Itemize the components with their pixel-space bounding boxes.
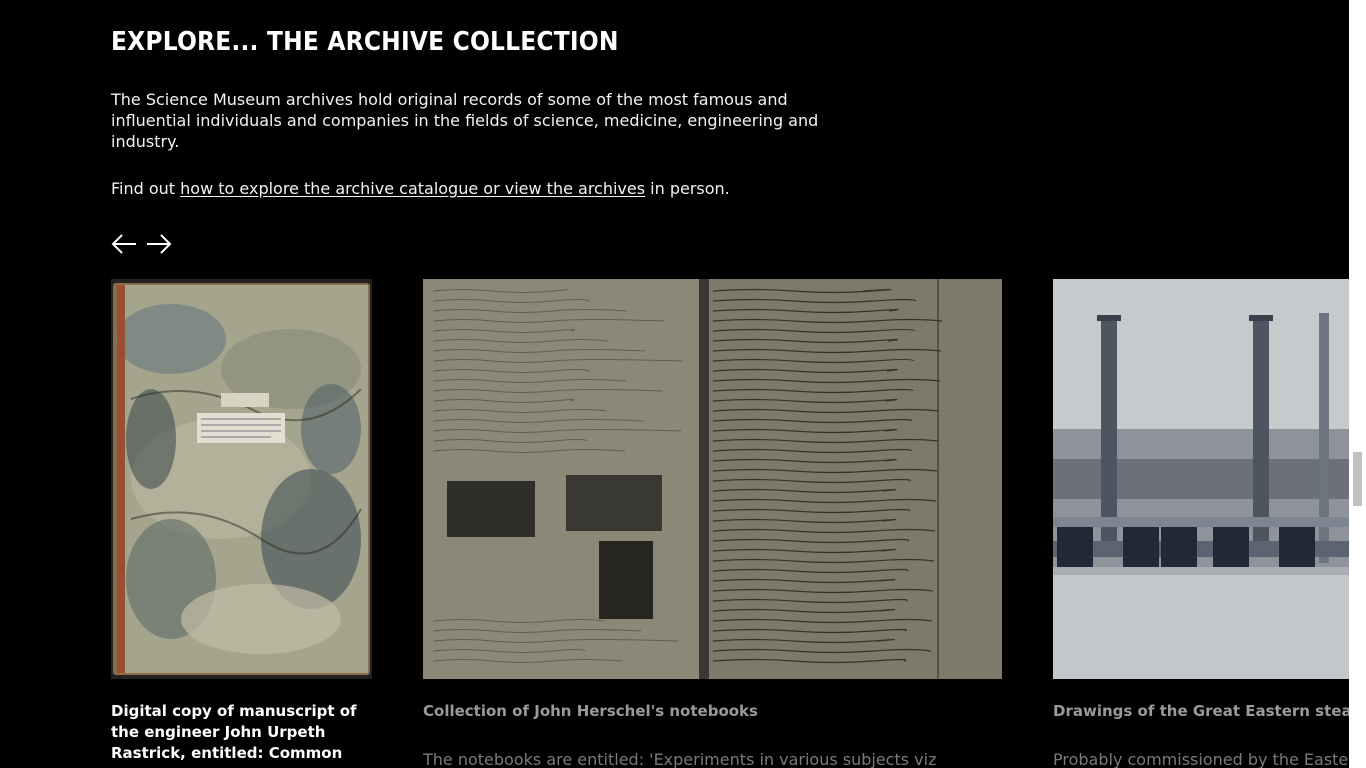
card-description: The notebooks are entitled: 'Experiments… — [423, 750, 937, 768]
card-image-notebook-cover[interactable] — [111, 279, 372, 679]
card-image-open-notebook[interactable] — [423, 279, 1002, 679]
section-title: EXPLORE... THE ARCHIVE COLLECTION — [111, 27, 619, 57]
arrow-left-icon — [111, 234, 136, 254]
findout-suffix: in person. — [645, 179, 730, 198]
findout-text: Find out how to explore the archive cata… — [111, 178, 730, 199]
carousel-next-button[interactable] — [145, 232, 173, 256]
page-scrollbar[interactable] — [1349, 0, 1366, 768]
card-title: Digital copy of manuscript of the engine… — [111, 702, 357, 762]
section-intro: The Science Museum archives hold origina… — [111, 90, 819, 151]
scrollbar-thumb[interactable] — [1353, 452, 1362, 506]
archive-catalogue-link[interactable]: how to explore the archive catalogue or … — [180, 179, 645, 198]
card-image-engineering-drawing[interactable] — [1053, 279, 1353, 679]
arrow-right-icon — [147, 234, 172, 254]
card-title: Drawings of the Great Eastern steam — [1053, 702, 1366, 720]
page: EXPLORE... THE ARCHIVE COLLECTION The Sc… — [0, 0, 1366, 768]
card-description: Probably commissioned by the Easte — [1053, 750, 1349, 768]
card-title: Collection of John Herschel's notebooks — [423, 702, 758, 720]
findout-prefix: Find out — [111, 179, 181, 198]
carousel-prev-button[interactable] — [110, 232, 138, 256]
